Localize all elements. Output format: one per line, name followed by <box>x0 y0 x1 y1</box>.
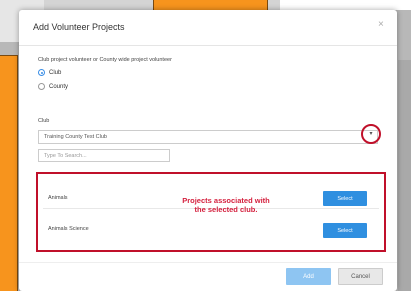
close-icon[interactable]: × <box>378 19 384 30</box>
annotation-line-1: Projects associated with <box>182 196 270 205</box>
radio-club-circle[interactable] <box>38 69 45 76</box>
radio-county-label: County <box>49 83 69 90</box>
radio-club[interactable]: Club <box>38 69 61 76</box>
annotation-callout: Projects associated with the selected cl… <box>151 196 301 214</box>
radio-county[interactable]: County <box>38 83 68 90</box>
background-right-panel <box>398 60 411 291</box>
annotation-line-2: the selected club. <box>194 205 258 214</box>
modal-title: Add Volunteer Projects <box>33 22 125 32</box>
background-orange-panel <box>0 55 18 291</box>
background-white-card <box>280 0 411 10</box>
modal-header: Add Volunteer Projects × <box>19 10 397 46</box>
chevron-down-icon: ▾ <box>369 131 373 137</box>
footer-divider <box>19 262 397 263</box>
club-select[interactable]: Training County Test Club <box>38 130 378 144</box>
radio-county-circle[interactable] <box>38 83 45 90</box>
dropdown-highlight-circle[interactable]: ▾ <box>361 124 381 144</box>
radio-club-label: Club <box>49 69 62 76</box>
cancel-button[interactable]: Cancel <box>338 268 383 285</box>
project-name-animals: Animals <box>48 195 68 201</box>
projects-list: Animals Select Animals Science Select Pr… <box>36 172 386 252</box>
select-animals-button[interactable]: Select <box>323 191 367 206</box>
club-label: Club <box>38 118 50 124</box>
volunteer-type-question: Club project volunteer or County wide pr… <box>38 57 172 63</box>
add-button[interactable]: Add <box>286 268 331 285</box>
add-volunteer-projects-modal: Add Volunteer Projects × Club project vo… <box>19 10 397 291</box>
project-name-animals-science: Animals Science <box>48 226 89 232</box>
search-input[interactable] <box>38 149 170 162</box>
select-animals-science-button[interactable]: Select <box>323 223 367 238</box>
